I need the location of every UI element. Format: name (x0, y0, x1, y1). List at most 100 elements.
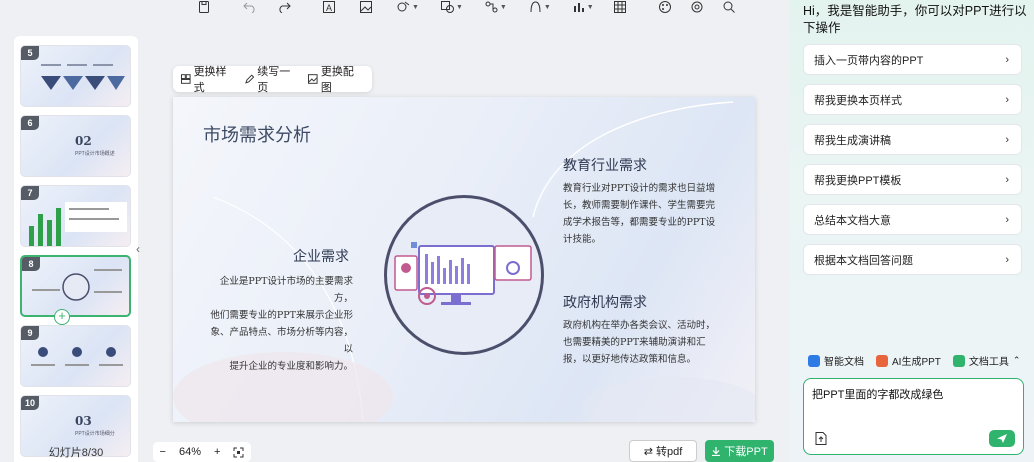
slide-canvas[interactable]: 市场需求分析 企业需求 企业是PPT设计市场的主要需求方， 他们需要专业的PPT… (173, 97, 755, 422)
suggestion-label: 根据本文档回答问题 (814, 254, 913, 267)
thumbnail-slide-6[interactable]: 6 02 PPT设计市场概述 (20, 115, 131, 177)
slide-title[interactable]: 市场需求分析 (203, 121, 311, 147)
image-icon[interactable] (360, 0, 372, 14)
enterprise-text[interactable]: 企业是PPT设计市场的主要需求方， 他们需要专业的PPT来展示企业形 象、产品特… (203, 273, 353, 375)
chart-icon[interactable]: ▼ (573, 0, 594, 14)
suggestion-template[interactable]: 帮我更换PPT模板 › (803, 164, 1022, 195)
change-image-button[interactable]: 更换配图 (308, 63, 363, 95)
change-style-button[interactable]: 更换样式 (181, 63, 236, 95)
download-icon (712, 447, 721, 456)
chevron-right-icon: › (1005, 53, 1009, 66)
ai-ppt-tool[interactable]: AI生成PPT (876, 353, 941, 368)
enterprise-line: 提升企业的专业度和影响力。 (229, 361, 353, 372)
suggestion-change-style[interactable]: 帮我更换本页样式 › (803, 84, 1022, 115)
suggestion-speech[interactable]: 帮我生成演讲稿 › (803, 124, 1022, 155)
center-illustration (384, 195, 544, 355)
assistant-panel: Hi，我是智能助手，你可以对PPT进行以下操作 插入一页带内容的PPT › 帮我更… (790, 0, 1034, 462)
government-text[interactable]: 政府机构在举办各类会议、活动时， 也需要精美的PPT来辅助演讲和汇 报，以更好地… (563, 317, 733, 368)
education-line: 计技能。 (563, 234, 602, 245)
tool-label: 文档工具 (968, 357, 1009, 368)
thumbnail-slide-5[interactable]: 5 (20, 45, 131, 107)
table-icon[interactable] (613, 0, 626, 14)
image-icon (308, 74, 318, 84)
layout-icon (181, 74, 191, 84)
thumbnail-diagram (41, 64, 125, 90)
education-line: 教育行业对PPT设计的需求也日益增 (563, 183, 716, 194)
search-icon[interactable] (723, 0, 735, 14)
chevron-right-icon: › (1005, 133, 1009, 146)
change-style-label: 更换样式 (193, 66, 227, 94)
fit-screen-icon[interactable] (233, 447, 244, 458)
pen-icon (244, 74, 254, 84)
upload-file-icon[interactable] (815, 432, 827, 445)
zoom-level: 64% (178, 446, 201, 458)
government-line: 政府机构在举办各类会议、活动时， (563, 320, 716, 331)
suggestion-label: 总结本文档大意 (814, 214, 891, 227)
thumbnail-icons (31, 347, 123, 366)
chevron-up-icon: ⌃ (1012, 355, 1021, 365)
format-icon[interactable]: ▼ (440, 0, 463, 14)
education-text[interactable]: 教育行业对PPT设计的需求也日益增 长，教师需要制作课件、学生需要完 成学术报告… (563, 180, 733, 248)
formula-icon[interactable]: ▼ (529, 0, 551, 14)
suggestion-label: 插入一页带内容的PPT (814, 54, 924, 67)
suggestion-label: 帮我生成演讲稿 (814, 134, 891, 147)
thumbnail-number: 10 (21, 396, 40, 410)
svg-text:A: A (326, 3, 332, 13)
suggestion-label: 帮我更换PPT模板 (814, 174, 902, 187)
theme-icon[interactable] (658, 0, 671, 14)
doc-tools-menu[interactable]: 文档工具 ⌃ (952, 353, 1021, 368)
thumbnail-caption: PPT设计市场细分 (75, 431, 115, 437)
convert-pdf-button[interactable]: ⇄ 转pdf (629, 440, 697, 462)
convert-pdf-label: 转pdf (655, 446, 683, 458)
zoom-in-button[interactable]: + (214, 446, 220, 458)
ai-floating-toolbar: 更换样式 续写一页 更换配图 (173, 63, 372, 95)
ppt-icon (876, 354, 888, 367)
government-line: 也需要精美的PPT来辅助演讲和汇 (563, 337, 706, 348)
download-ppt-button[interactable]: 下载PPT (705, 440, 774, 462)
enterprise-line: 企业是PPT设计市场的主要需求方， (219, 276, 353, 304)
doc-icon (808, 354, 820, 367)
enterprise-line: 象、产品特点、市场分析等内容，以 (210, 327, 353, 355)
redo-icon[interactable] (277, 0, 291, 14)
education-heading[interactable]: 教育行业需求 (563, 155, 647, 175)
thumbnail-caption: PPT设计市场概述 (75, 151, 115, 157)
thumbnail-preview (32, 269, 122, 301)
education-line: 成学术报告等，都需要专业的PPT设 (563, 217, 716, 228)
collapse-panel-icon[interactable]: ‹ (136, 242, 148, 260)
chat-input[interactable]: 把PPT里面的字都改成绿色 (803, 378, 1024, 455)
slide-counter: 幻灯片8/30 (48, 447, 104, 459)
textbox-icon[interactable]: A (323, 0, 335, 14)
thumbnail-section-number: 03 (75, 414, 92, 428)
enterprise-heading[interactable]: 企业需求 (293, 246, 349, 266)
smartart-icon[interactable]: ▼ (485, 0, 507, 14)
suggestion-label: 帮我更换本页样式 (814, 94, 902, 107)
government-line: 报，以更好地传达政策和信息。 (563, 354, 697, 365)
suggestion-insert-page[interactable]: 插入一页带内容的PPT › (803, 44, 1022, 75)
tools-icon (952, 354, 965, 367)
continue-write-button[interactable]: 续写一页 (244, 63, 300, 95)
shape-icon[interactable]: ▼ (397, 0, 419, 14)
undo-icon[interactable] (243, 0, 257, 14)
thumbnail-section-number: 02 (75, 134, 92, 148)
send-button[interactable] (989, 430, 1015, 447)
zoom-out-button[interactable]: − (160, 446, 166, 458)
chevron-right-icon: › (1005, 213, 1009, 226)
government-heading[interactable]: 政府机构需求 (563, 292, 647, 312)
change-image-label: 更换配图 (320, 66, 354, 94)
suggestion-qa[interactable]: 根据本文档回答问题 › (803, 244, 1022, 275)
zoom-control: − 64% + (153, 442, 251, 462)
smart-doc-tool[interactable]: 智能文档 (808, 353, 864, 368)
thumbnail-slide-8[interactable]: 8 (20, 255, 131, 317)
chat-input-text: 把PPT里面的字都改成绿色 (812, 389, 944, 401)
thumbnail-slide-7[interactable]: 7 (20, 185, 131, 247)
dashboard-illustration (394, 242, 532, 305)
settings-icon[interactable] (691, 0, 703, 14)
suggestion-summary[interactable]: 总结本文档大意 › (803, 204, 1022, 235)
download-ppt-label: 下载PPT (724, 446, 768, 458)
thumbnail-slide-9[interactable]: 9 (20, 325, 131, 387)
tool-label: AI生成PPT (892, 357, 941, 368)
chevron-right-icon: › (1005, 173, 1009, 186)
thumbnail-number: 6 (21, 116, 39, 130)
save-icon[interactable] (198, 0, 210, 14)
add-slide-button[interactable]: + (54, 309, 70, 325)
